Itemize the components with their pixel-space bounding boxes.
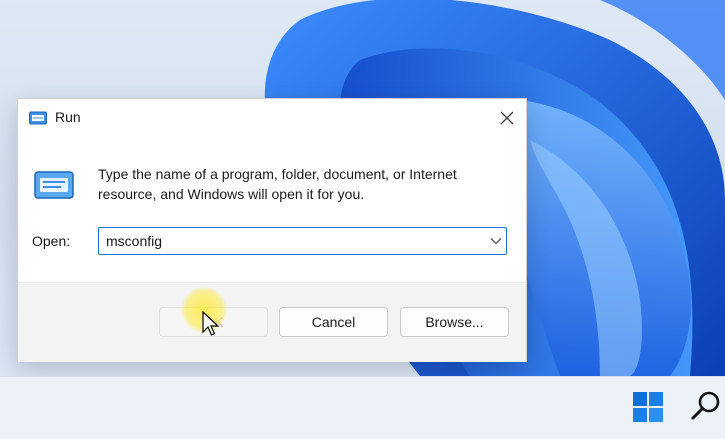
close-icon [500, 111, 514, 125]
search-icon[interactable] [690, 390, 722, 422]
close-button[interactable] [490, 101, 524, 135]
run-dialog: Run Type the name of a program, folder, … [17, 98, 527, 362]
dialog-description: Type the name of a program, folder, docu… [98, 166, 457, 202]
browse-button[interactable]: Browse... [400, 307, 509, 337]
run-icon [34, 171, 74, 199]
cancel-button[interactable]: Cancel [279, 307, 388, 337]
run-icon [29, 111, 47, 125]
dialog-footer: OK Cancel Browse... [18, 282, 526, 362]
dialog-title: Run [55, 109, 81, 125]
open-label: Open: [32, 233, 71, 249]
windows-start-icon[interactable] [633, 392, 663, 422]
ok-button[interactable]: OK [159, 307, 268, 337]
title-bar[interactable]: Run [18, 99, 526, 137]
chevron-down-icon [490, 238, 502, 245]
open-input[interactable] [106, 228, 481, 254]
taskbar [0, 376, 725, 439]
dropdown-button[interactable] [487, 232, 505, 250]
open-combobox[interactable] [98, 227, 507, 255]
